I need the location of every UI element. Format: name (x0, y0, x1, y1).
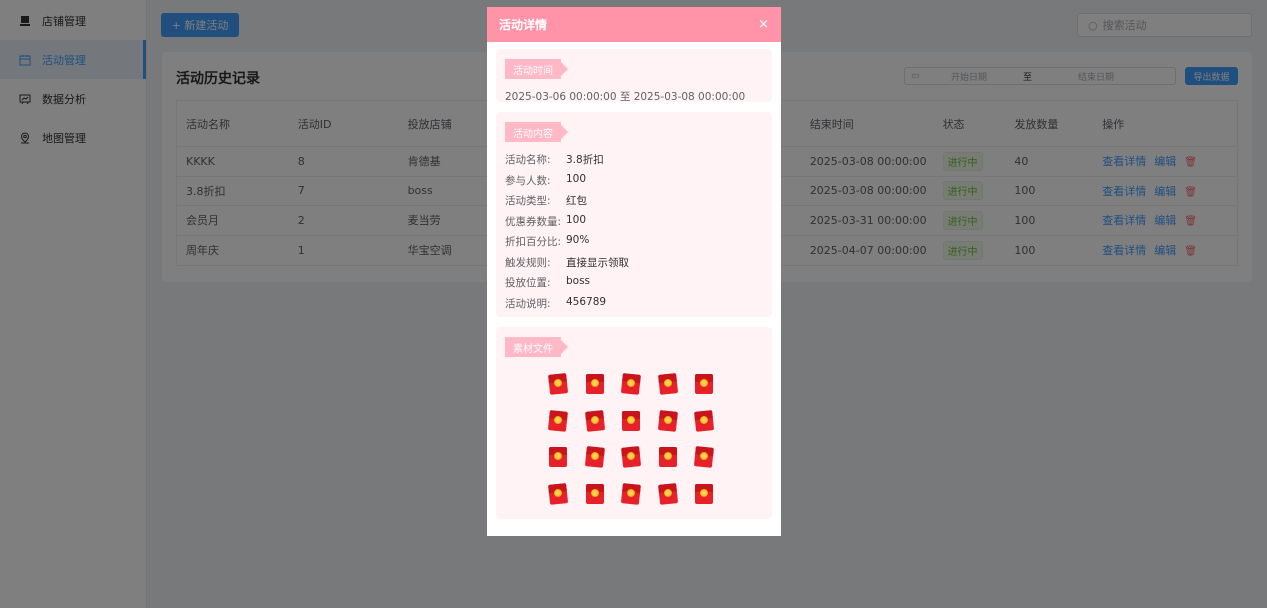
red-envelope-icon[interactable] (655, 370, 679, 396)
field-row: 优惠券数量: 100 (505, 213, 587, 228)
field-row: 活动说明: 456789 (505, 295, 607, 310)
red-envelope-icon[interactable] (692, 443, 716, 469)
red-envelope-icon[interactable] (657, 444, 679, 468)
red-envelope-icon[interactable] (619, 479, 643, 505)
red-envelope-icon[interactable] (584, 481, 606, 505)
field-row: 触发规则: 直接显示领取 (505, 256, 629, 269)
red-envelope-icon[interactable] (655, 406, 679, 432)
red-envelope-icon[interactable] (693, 481, 715, 505)
field-row: 活动名称: 3.8折扣 (505, 154, 604, 166)
red-envelope-icon[interactable] (547, 444, 569, 468)
red-envelope-icon[interactable] (655, 479, 679, 505)
field-row: 活动类型: 红包 (505, 195, 587, 207)
red-envelope-icon[interactable] (692, 406, 716, 432)
red-envelope-icon[interactable] (582, 443, 606, 469)
activity-time: 2025-03-06 00:00:00 至 2025-03-08 00:00:0… (505, 91, 746, 103)
material-section: 素材文件 (496, 327, 772, 519)
red-envelope-icon[interactable] (619, 443, 643, 469)
modal-header: 活动详情 × (487, 7, 781, 42)
section-label: 活动时间 (505, 59, 568, 79)
section-label: 活动内容 (505, 122, 568, 142)
red-envelope-icon[interactable] (546, 406, 570, 432)
section-label: 素材文件 (505, 337, 568, 357)
close-icon[interactable]: × (758, 17, 769, 32)
red-envelope-icon[interactable] (619, 370, 643, 396)
red-envelope-icon[interactable] (546, 370, 570, 396)
red-envelope-icon[interactable] (582, 406, 606, 432)
content-section: 活动内容 活动名称: 3.8折扣 参与人数: 100 活动类型: 红包 优惠券数量: 1… (496, 112, 772, 317)
red-envelope-icon[interactable] (584, 371, 606, 395)
red-envelope-icon[interactable] (620, 408, 642, 432)
red-envelope-icon[interactable] (693, 371, 715, 395)
field-row: 折扣百分比: 90% (505, 234, 590, 248)
modal-title: 活动详情 (499, 18, 548, 32)
red-envelope-icon[interactable] (546, 479, 570, 505)
time-section: 活动时间 2025-03-06 00:00:00 至 2025-03-08 00… (496, 49, 772, 103)
field-row: 参与人数: 100 (505, 172, 587, 187)
field-row: 投放位置: boss (505, 275, 591, 289)
activity-detail-modal: 活动详情 × 活动时间 2025-03-06 00:00:00 至 2025-0… (487, 7, 781, 536)
